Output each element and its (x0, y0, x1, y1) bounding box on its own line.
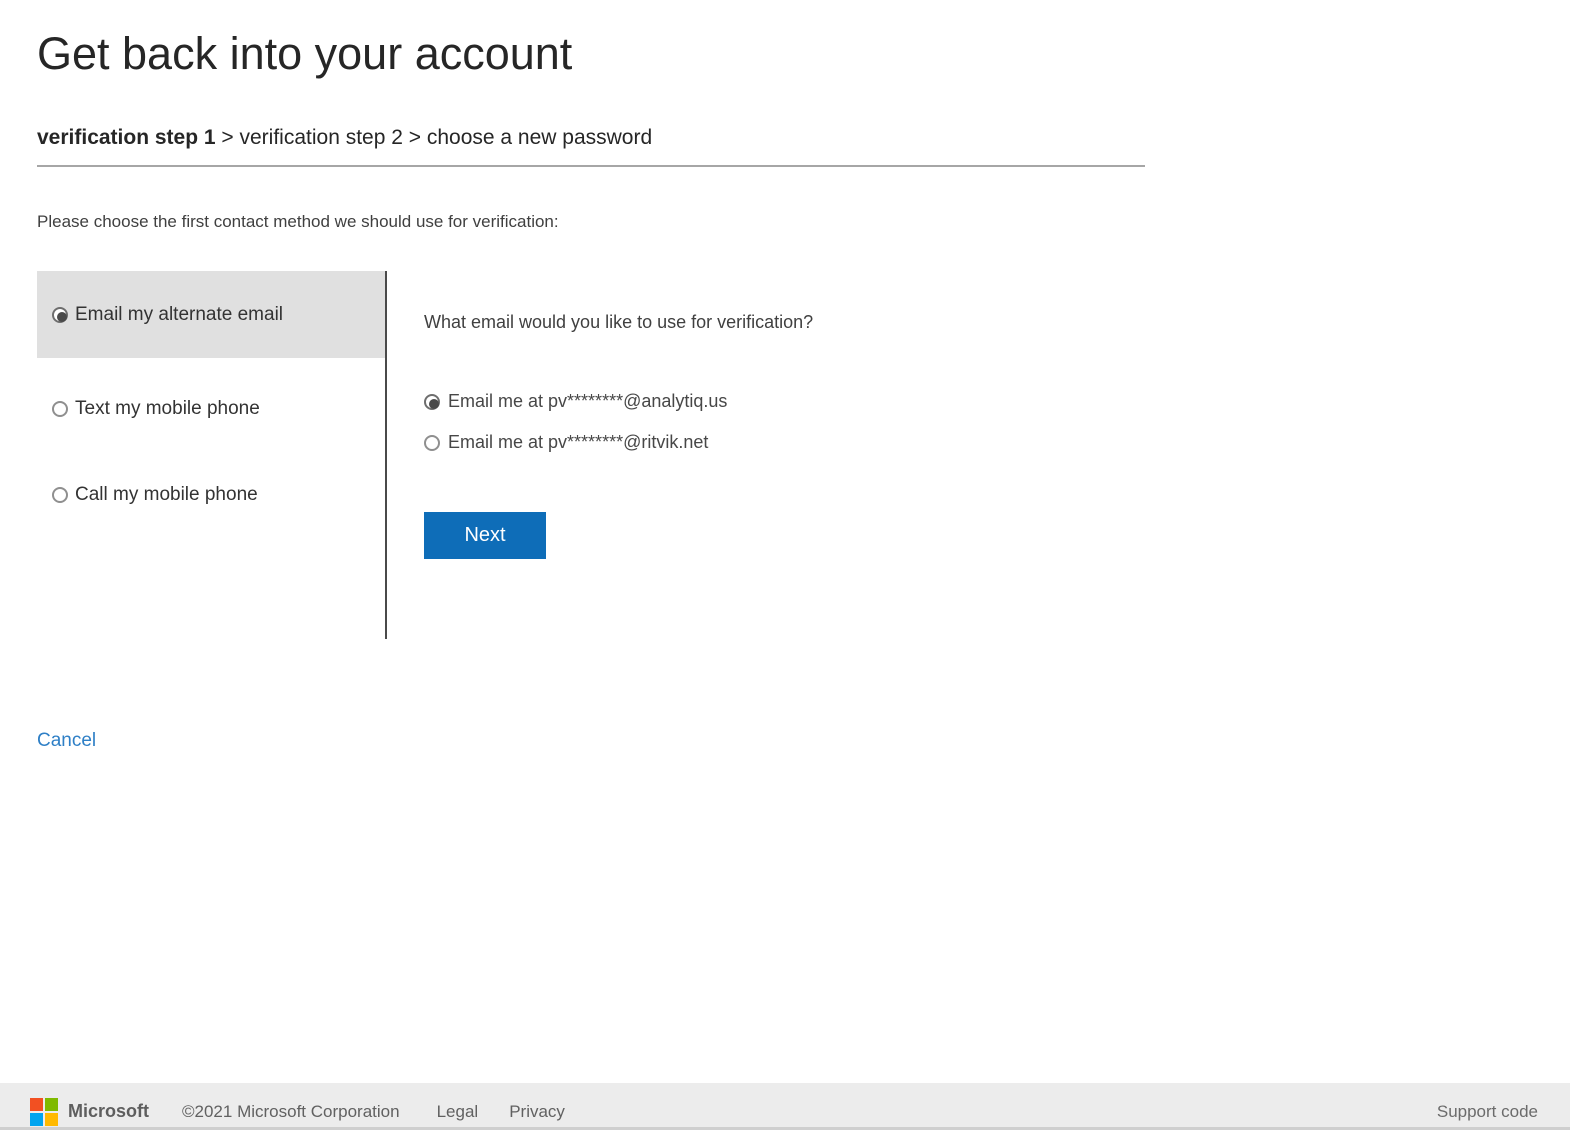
email-option-label[interactable]: Email me at pv********@ritvik.net (448, 432, 708, 453)
breadcrumb-step-2: verification step 2 (240, 126, 403, 149)
next-button[interactable]: Next (424, 512, 546, 559)
logo-square-red (30, 1098, 43, 1111)
instruction-text: Please choose the first contact method w… (37, 212, 1570, 232)
verification-question: What email would you like to use for ver… (424, 312, 813, 333)
footer-bar: Microsoft ©2021 Microsoft Corporation Le… (0, 1083, 1570, 1130)
legal-link[interactable]: Legal (437, 1102, 479, 1122)
password-reset-page: Get back into your account verification … (0, 0, 1570, 752)
breadcrumb-divider (37, 165, 1145, 167)
logo-square-yellow (45, 1113, 58, 1126)
logo-square-blue (30, 1113, 43, 1126)
support-code-link[interactable]: Support code (1437, 1102, 1538, 1122)
privacy-link[interactable]: Privacy (509, 1102, 565, 1122)
email-option-label[interactable]: Email me at pv********@analytiq.us (448, 391, 727, 412)
email-verification-panel: What email would you like to use for ver… (424, 271, 813, 559)
breadcrumb-separator: > (216, 126, 240, 149)
email-option-analytiq[interactable]: Email me at pv********@analytiq.us (424, 391, 813, 412)
radio-button-icon[interactable] (52, 307, 68, 323)
verification-methods-section: Email my alternate email Text my mobile … (37, 271, 1570, 639)
radio-button-icon[interactable] (52, 487, 68, 503)
contact-method-list: Email my alternate email Text my mobile … (37, 271, 385, 510)
contact-method-call-phone-option[interactable]: Call my mobile phone (37, 480, 385, 510)
breadcrumb-step-1: verification step 1 (37, 126, 216, 149)
cancel-link[interactable]: Cancel (37, 730, 96, 751)
radio-button-icon[interactable] (52, 401, 68, 417)
breadcrumb-step-3: choose a new password (427, 126, 652, 149)
contact-method-label[interactable]: Email my alternate email (75, 304, 283, 326)
breadcrumb: verification step 1 > verification step … (37, 126, 1570, 150)
contact-method-label[interactable]: Call my mobile phone (75, 484, 258, 506)
contact-method-email-alternate-option[interactable]: Email my alternate email (37, 271, 385, 358)
copyright-text: ©2021 Microsoft Corporation (182, 1102, 400, 1122)
contact-method-label[interactable]: Text my mobile phone (75, 398, 260, 420)
logo-square-green (45, 1098, 58, 1111)
breadcrumb-separator: > (403, 126, 427, 149)
radio-button-icon[interactable] (424, 394, 440, 410)
vertical-divider (385, 271, 387, 639)
email-option-ritvik[interactable]: Email me at pv********@ritvik.net (424, 432, 813, 453)
contact-method-text-phone-option[interactable]: Text my mobile phone (37, 394, 385, 424)
microsoft-logo-icon (30, 1098, 58, 1126)
cancel-row: Cancel (37, 730, 1570, 752)
page-title: Get back into your account (37, 28, 1570, 80)
microsoft-brand-text: Microsoft (68, 1101, 149, 1122)
radio-button-icon[interactable] (424, 435, 440, 451)
